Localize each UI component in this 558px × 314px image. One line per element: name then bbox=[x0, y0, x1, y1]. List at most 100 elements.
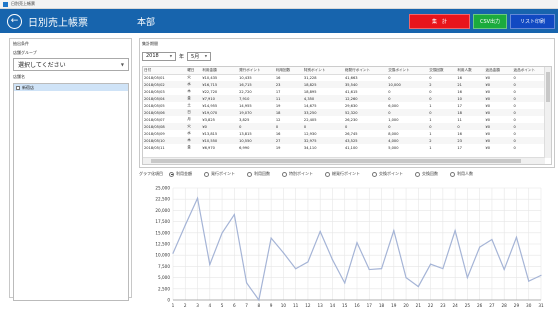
scrollbar-thumb[interactable] bbox=[546, 72, 550, 102]
x-tick-label: 6 bbox=[233, 303, 236, 308]
year-select[interactable]: 2018 ▼ bbox=[142, 51, 176, 61]
table-cell: 0 bbox=[388, 110, 391, 115]
data-point bbox=[258, 299, 260, 301]
table-cell: ¥0 bbox=[485, 89, 491, 94]
table-cell: 1,000 bbox=[388, 117, 399, 122]
table-cell: 0 bbox=[388, 124, 391, 129]
data-point bbox=[380, 268, 383, 270]
data-point bbox=[209, 263, 211, 266]
table-row[interactable]: 2018/05/06 日 ¥19,070 19,070 18 33,250 52,320 0 0… bbox=[143, 109, 545, 116]
table-cell: 火 bbox=[187, 75, 191, 80]
table-cell: 14,675 bbox=[303, 103, 317, 108]
window-title: 日別売上帳票 bbox=[11, 1, 35, 6]
column-header[interactable]: 利用人数 bbox=[456, 67, 485, 75]
chart-item-radio-label: 交換ポイント bbox=[379, 171, 403, 176]
table-row[interactable]: 2018/05/04 金 ¥7,910 7,910 11 4,350 12,260 0 0 10 ¥… bbox=[143, 95, 545, 102]
data-point bbox=[503, 268, 505, 271]
month-select[interactable]: 5月 ▼ bbox=[187, 51, 212, 61]
x-tick-label: 30 bbox=[526, 303, 532, 308]
print-list-button[interactable]: リスト印刷 bbox=[510, 14, 555, 29]
table-row[interactable]: 2018/05/05 土 ¥14,955 14,955 19 14,675 29,630 6,… bbox=[143, 102, 545, 109]
store-group-select[interactable]: 選択してください ▼ bbox=[13, 58, 129, 71]
store-list-item[interactable]: 新宿店 bbox=[14, 84, 128, 91]
table-row[interactable]: 2018/05/01 火 ¥10,435 10,435 16 31,228 41,663 0 0… bbox=[143, 74, 545, 81]
column-header[interactable]: 交換回数 bbox=[428, 67, 457, 75]
column-header[interactable]: 日付 bbox=[143, 67, 187, 75]
data-point bbox=[454, 229, 456, 232]
x-tick-label: 25 bbox=[465, 303, 471, 308]
data-point bbox=[528, 280, 530, 282]
table-cell: 10,435 bbox=[239, 75, 252, 80]
table-cell: 19 bbox=[275, 103, 281, 108]
x-tick-label: 16 bbox=[354, 303, 360, 308]
x-tick-label: 27 bbox=[489, 303, 495, 308]
table-cell: 0 bbox=[457, 124, 460, 129]
table-cell: 27 bbox=[275, 138, 281, 143]
store-checkbox[interactable] bbox=[16, 85, 20, 90]
x-tick-label: 29 bbox=[514, 303, 520, 308]
chart-item-radio[interactable]: 発行ポイント bbox=[204, 171, 235, 177]
calculate-button[interactable]: 集 計 bbox=[409, 14, 470, 29]
radio-dot-icon bbox=[372, 171, 377, 177]
table-row[interactable]: 2018/05/03 木 ¥22,720 22,720 17 18,895 41,615 0 0… bbox=[143, 88, 545, 95]
table-cell: 19,070 bbox=[239, 110, 252, 115]
table-cell: 16 bbox=[457, 89, 462, 94]
table-cell: ¥0 bbox=[485, 110, 491, 115]
table-cell: 0 bbox=[429, 110, 432, 115]
column-header[interactable]: 特別ポイント bbox=[302, 67, 344, 75]
column-header[interactable]: 総発行ポイント bbox=[343, 67, 388, 75]
column-header[interactable]: 曜日 bbox=[186, 67, 202, 75]
chart-item-radio[interactable]: 利用回数 bbox=[247, 171, 270, 177]
chart-item-radio-label: 発行ポイント bbox=[211, 171, 235, 176]
chart-item-radio[interactable]: 総発行ポイント bbox=[325, 171, 360, 177]
chart-item-radio[interactable]: 交換ポイント bbox=[372, 171, 403, 177]
table-row[interactable]: 2018/05/09 水 ¥13,815 13,815 16 12,930 26,745 8,… bbox=[143, 130, 545, 137]
column-header[interactable]: 発行ポイント bbox=[238, 67, 275, 75]
table-cell: 13,815 bbox=[239, 131, 252, 136]
table-cell: 34,110 bbox=[303, 145, 317, 150]
table-cell: 0 bbox=[388, 96, 391, 101]
table-cell: 水 bbox=[187, 131, 191, 135]
x-tick-label: 5 bbox=[221, 303, 224, 308]
x-tick-label: 4 bbox=[208, 303, 211, 308]
table-cell: 16 bbox=[275, 131, 281, 136]
chart-item-radio[interactable]: 特別ポイント bbox=[282, 171, 313, 177]
column-header[interactable]: 返品ポイント bbox=[512, 67, 545, 75]
table-cell: 2018/05/10 bbox=[144, 138, 165, 143]
data-point bbox=[479, 246, 481, 248]
chart-item-radio[interactable]: 交換回数 bbox=[415, 171, 438, 177]
data-point bbox=[319, 230, 321, 233]
chevron-down-icon: ▼ bbox=[204, 54, 208, 58]
x-tick-label: 1 bbox=[172, 303, 175, 308]
column-header[interactable]: 交換ポイント bbox=[387, 67, 429, 75]
data-point bbox=[172, 252, 174, 254]
back-arrow-icon[interactable]: ← bbox=[7, 13, 22, 29]
data-point bbox=[405, 277, 407, 279]
csv-export-button[interactable]: CSV出力 bbox=[473, 14, 507, 29]
chart-item-radio[interactable]: 利用金額 bbox=[169, 171, 192, 177]
table-header-row: 日付 曜日 利用金額 発行ポイント 利用回数 特別ポイント 総発行ポイント 交換ポイント 交換回… bbox=[143, 67, 545, 75]
store-list[interactable]: 新宿店 bbox=[13, 83, 129, 301]
table-cell: 18 bbox=[275, 110, 281, 115]
table-cell: ¥0 bbox=[485, 124, 491, 129]
table-vertical-scrollbar[interactable] bbox=[544, 67, 551, 158]
table-horizontal-scrollbar[interactable] bbox=[143, 157, 545, 164]
table-cell: ¥6,970 bbox=[202, 145, 215, 150]
scrollbar-thumb[interactable] bbox=[151, 159, 521, 163]
table-cell: 11 bbox=[457, 117, 462, 122]
table-row[interactable]: 2018/05/02 水 ¥16,715 16,715 23 18,825 35,540 10… bbox=[143, 81, 545, 88]
chart-item-radio[interactable]: 利用人数 bbox=[450, 171, 473, 177]
table-row[interactable]: 2018/05/10 木 ¥10,550 10,550 27 32,975 43,525 4,… bbox=[143, 137, 545, 144]
column-header[interactable]: 返品金額 bbox=[484, 67, 513, 75]
data-point bbox=[540, 274, 542, 276]
table-row[interactable]: 2018/05/11 金 ¥6,970 6,990 19 34,110 41,100 5,00… bbox=[143, 144, 545, 151]
table-row[interactable]: 2018/05/07 月 ¥3,825 3,825 12 22,405 26,230 1,00… bbox=[143, 116, 545, 123]
table-cell: 2018/05/05 bbox=[144, 103, 165, 108]
table-cell: 0 bbox=[513, 145, 516, 150]
table-row[interactable]: 2018/05/08 火 ¥0 0 0 0 0 0 0 0 ¥0 0 bbox=[143, 123, 545, 130]
table-cell: ¥0 bbox=[485, 145, 491, 150]
year-value: 2018 bbox=[146, 53, 159, 59]
data-point bbox=[466, 277, 468, 279]
column-header[interactable]: 利用回数 bbox=[274, 67, 303, 75]
column-header[interactable]: 利用金額 bbox=[201, 67, 239, 75]
